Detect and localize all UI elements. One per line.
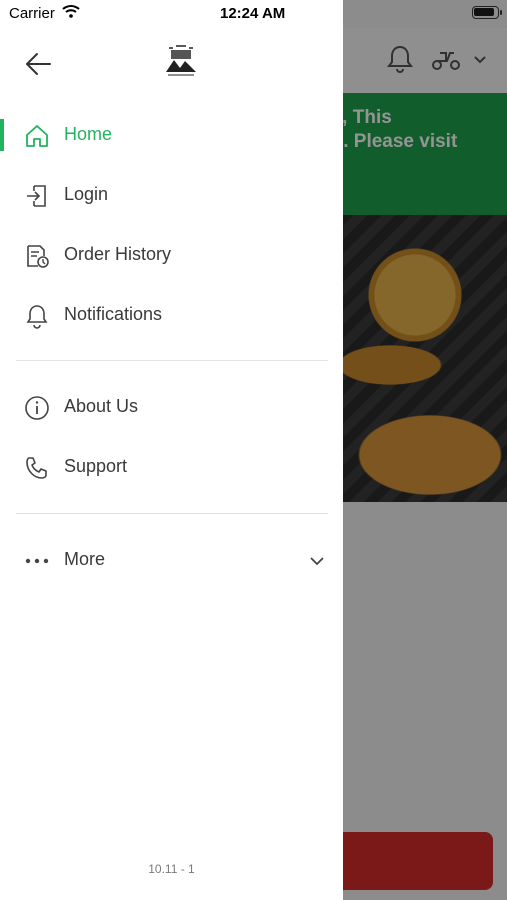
- drawer-secondary-menu: About Us Support: [0, 377, 343, 497]
- arrow-left-icon[interactable]: [22, 49, 54, 79]
- menu-item-order-history[interactable]: Order History: [0, 225, 343, 285]
- restaurant-logo: [166, 45, 196, 76]
- menu-divider: [16, 360, 328, 361]
- menu-item-label: More: [64, 549, 106, 569]
- menu-item-label: Home: [64, 124, 113, 144]
- status-bar: Carrier 12:24 AM: [0, 0, 507, 28]
- wifi-icon: [62, 5, 80, 18]
- menu-item-login[interactable]: Login: [0, 165, 343, 225]
- carrier-label: Carrier: [9, 5, 55, 22]
- menu-item-label: Support: [64, 456, 128, 476]
- drawer-menu: Home Login Order History Notifications: [0, 105, 343, 345]
- home-icon: [26, 125, 48, 147]
- phone-icon: [26, 457, 47, 479]
- menu-item-about-us[interactable]: About Us: [0, 377, 343, 437]
- menu-item-home[interactable]: Home: [0, 105, 343, 165]
- menu-divider: [16, 513, 328, 514]
- menu-item-more[interactable]: More: [0, 530, 343, 590]
- app-version: 10.11 - 1: [148, 862, 195, 876]
- menu-item-label: About Us: [64, 396, 139, 416]
- login-icon: [27, 185, 46, 207]
- more-dots-icon: [25, 558, 49, 564]
- info-icon: [25, 396, 49, 420]
- menu-item-label: Notifications: [64, 304, 163, 324]
- menu-item-label: Order History: [64, 244, 172, 264]
- order-history-icon: [27, 245, 49, 268]
- side-drawer: Home Login Order History Notifications A…: [0, 0, 343, 900]
- menu-item-label: Login: [64, 184, 109, 204]
- menu-item-notifications[interactable]: Notifications: [0, 285, 343, 345]
- status-time: 12:24 AM: [220, 5, 286, 22]
- active-indicator: [0, 119, 4, 151]
- battery-icon: [472, 6, 502, 19]
- drawer-more-section: More: [0, 530, 343, 590]
- menu-item-support[interactable]: Support: [0, 437, 343, 497]
- chevron-down-icon[interactable]: [309, 555, 325, 567]
- bell-icon: [26, 305, 48, 329]
- battery-level: [474, 8, 494, 16]
